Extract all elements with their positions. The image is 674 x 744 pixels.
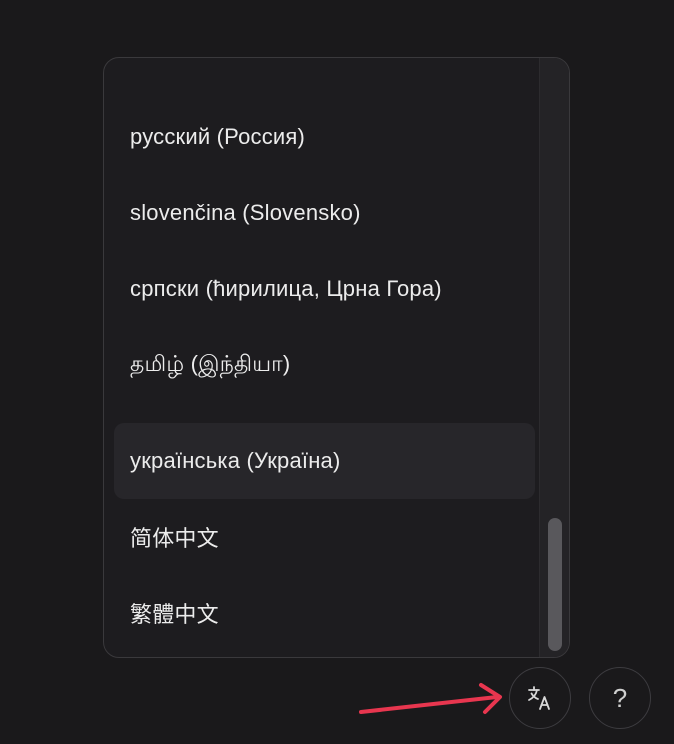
scrollbar-track[interactable] <box>539 58 569 657</box>
scrollbar-thumb[interactable] <box>548 518 562 651</box>
language-option-ukrainian[interactable]: українська (Україна) <box>114 423 535 499</box>
language-list: русский (Россия) slovenčina (Slovensko) … <box>104 58 539 657</box>
language-option-serbian-cyrillic[interactable]: српски (ћирилица, Црна Гора) <box>114 251 535 327</box>
language-option-tamil[interactable]: தமிழ் (இந்தியா) <box>114 327 535 403</box>
app-window: русский (Россия) slovenčina (Slovensko) … <box>0 0 674 744</box>
language-option-russian[interactable]: русский (Россия) <box>114 99 535 175</box>
translate-icon <box>528 686 550 710</box>
language-option-chinese-traditional[interactable]: 繁體中文 <box>114 575 535 651</box>
language-option-chinese-simplified[interactable]: 简体中文 <box>114 499 535 575</box>
help-label: ? <box>612 682 628 713</box>
language-option-slovak[interactable]: slovenčina (Slovensko) <box>114 175 535 251</box>
language-button[interactable] <box>509 667 571 729</box>
help-button[interactable]: ? <box>589 667 651 729</box>
language-menu: русский (Россия) slovenčina (Slovensko) … <box>103 57 570 658</box>
annotation-arrow <box>359 683 502 714</box>
